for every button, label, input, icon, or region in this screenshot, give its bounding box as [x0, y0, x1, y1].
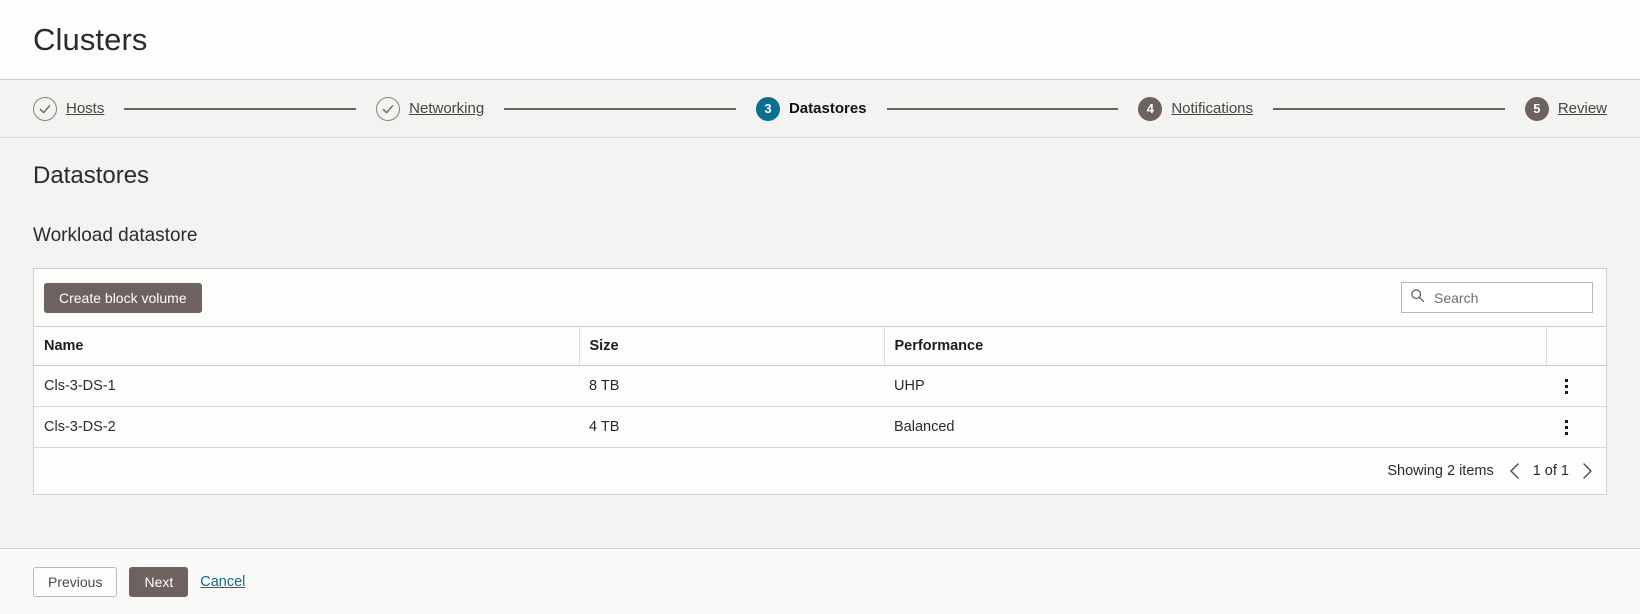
step-complete-check-icon — [376, 96, 401, 121]
pagination: 1 of 1 — [1508, 462, 1594, 480]
cell-size: 4 TB — [579, 406, 884, 448]
search-input[interactable] — [1432, 288, 1584, 307]
page-indicator: 1 of 1 — [1532, 463, 1569, 479]
step-number-badge: 4 — [1138, 96, 1163, 121]
cancel-link[interactable]: Cancel — [200, 574, 245, 590]
datagrid-footer: Showing 2 items 1 of 1 — [34, 448, 1606, 494]
cell-performance: UHP — [884, 365, 1546, 407]
table-body: Cls-3-DS-1 8 TB UHP Cls-3-DS-2 4 TB Bala… — [34, 365, 1606, 448]
stepper-label-notifications[interactable]: Notifications — [1171, 100, 1253, 117]
stepper-step-datastores[interactable]: 3 Datastores — [755, 96, 867, 121]
datagrid-toolbar: Create block volume — [34, 269, 1606, 326]
previous-button[interactable]: Previous — [33, 566, 118, 597]
chevron-left-icon[interactable] — [1508, 462, 1522, 480]
stepper-label-datastores: Datastores — [788, 100, 867, 117]
chevron-right-icon[interactable] — [1580, 462, 1594, 480]
page-header: Clusters — [0, 0, 1640, 80]
wizard-action-bar: Previous Next Cancel — [0, 548, 1640, 614]
datastores-table: Name Size Performance Cls-3-DS-1 8 TB UH… — [34, 326, 1606, 448]
stepper-connector-2 — [504, 107, 736, 110]
subsection-title: Workload datastore — [33, 225, 198, 246]
wizard-stepper: Hosts Networking 3 Datastores 4 Notifica… — [0, 80, 1640, 138]
stepper-connector-3 — [886, 107, 1119, 110]
column-header-performance[interactable]: Performance — [884, 326, 1547, 366]
stepper-step-networking[interactable]: Networking — [376, 96, 484, 121]
stepper-step-review[interactable]: 5 Review — [1524, 96, 1607, 121]
step-number-badge: 3 — [755, 96, 780, 121]
table-row[interactable]: Cls-3-DS-2 4 TB Balanced — [34, 406, 1606, 448]
clusters-wizard-page: Clusters Hosts Networking 3 Datastores 4… — [0, 0, 1640, 614]
stepper-step-notifications[interactable]: 4 Notifications — [1138, 96, 1253, 121]
cell-actions — [1546, 365, 1606, 407]
stepper-step-hosts[interactable]: Hosts — [33, 96, 104, 121]
stepper-label-review[interactable]: Review — [1558, 100, 1607, 117]
cell-performance: Balanced — [884, 406, 1546, 448]
cell-size: 8 TB — [579, 365, 884, 407]
cell-actions — [1546, 406, 1606, 448]
main-content: Datastores Workload datastore Create blo… — [0, 138, 1640, 548]
step-number-badge: 5 — [1524, 96, 1549, 121]
cell-name: Cls-3-DS-2 — [34, 406, 579, 448]
cell-name: Cls-3-DS-1 — [34, 365, 579, 407]
table-header-row: Name Size Performance — [34, 326, 1606, 366]
table-head: Name Size Performance — [34, 326, 1606, 366]
stepper-label-networking[interactable]: Networking — [409, 100, 484, 117]
step-complete-check-icon — [33, 96, 57, 121]
datastores-datagrid: Create block volume Name Size — [33, 268, 1607, 495]
kebab-menu-icon[interactable] — [1556, 419, 1576, 435]
page-title: Clusters — [33, 21, 148, 57]
search-icon — [1410, 288, 1425, 308]
showing-items-count: Showing 2 items — [1387, 463, 1494, 479]
search-box[interactable] — [1401, 282, 1593, 313]
stepper-label-hosts[interactable]: Hosts — [66, 100, 104, 117]
section-title: Datastores — [33, 162, 150, 189]
column-header-actions — [1546, 326, 1606, 366]
stepper-connector-4 — [1273, 107, 1505, 110]
stepper-connector-1 — [124, 107, 357, 110]
next-button[interactable]: Next — [129, 566, 189, 597]
table-row[interactable]: Cls-3-DS-1 8 TB UHP — [34, 365, 1606, 407]
kebab-menu-icon[interactable] — [1556, 378, 1576, 394]
column-header-size[interactable]: Size — [579, 326, 885, 366]
create-block-volume-button[interactable]: Create block volume — [44, 282, 202, 313]
column-header-name[interactable]: Name — [34, 326, 580, 366]
